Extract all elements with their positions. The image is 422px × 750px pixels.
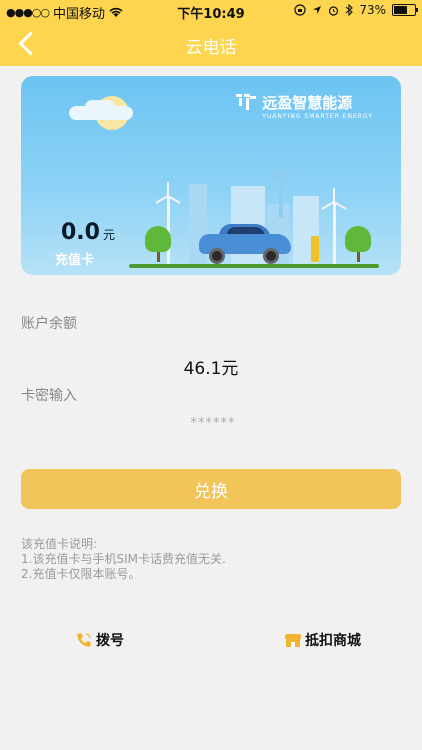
card-amount-unit: 元 — [102, 228, 115, 242]
battery-percent: 73% — [359, 3, 386, 17]
card-type-label: 充值卡 — [55, 253, 95, 268]
wind-turbine-illustration — [333, 202, 336, 264]
card-pin-input[interactable] — [60, 412, 366, 434]
tree-trunk — [357, 252, 360, 262]
orientation-lock-icon — [294, 4, 306, 16]
battery-icon — [392, 4, 418, 16]
navigation-bar: 云电话 — [0, 22, 422, 66]
instructions-title: 该充值卡说明: — [21, 537, 98, 551]
tower-illustration — [273, 172, 289, 180]
brand-subtitle: YUANYING SMARTER ENERGY — [262, 113, 373, 120]
tree-illustration — [345, 226, 371, 252]
recharge-card: 远盈智慧能源 YUANYING SMARTER ENERGY 0.0 元 充值卡 — [21, 76, 401, 275]
ground-line — [129, 264, 379, 268]
dial-label: 拨号 — [96, 633, 124, 649]
page-title: 云电话 — [185, 38, 237, 58]
instruction-item: 1.该充值卡与手机SIM卡话费充值无关. — [21, 552, 226, 566]
redeem-button[interactable]: 兑换 — [21, 469, 401, 509]
card-instructions: 该充值卡说明: 1.该充值卡与手机SIM卡话费充值无关. 2.充值卡仅限本账号。 — [21, 537, 226, 582]
instruction-item: 2.充值卡仅限本账号。 — [21, 567, 141, 581]
cloud-illustration — [85, 100, 115, 114]
alarm-icon — [329, 5, 339, 16]
tree-illustration — [145, 226, 171, 252]
shop-label: 抵扣商城 — [305, 633, 361, 649]
brand-name: 远盈智慧能源 — [262, 94, 353, 112]
location-icon — [313, 6, 322, 14]
bluetooth-icon — [345, 4, 354, 16]
balance-value: 46.1元 — [183, 359, 239, 379]
tree-trunk — [157, 252, 160, 262]
phone-icon — [77, 633, 91, 647]
status-bar: ●●●○○ 中国移动 下午10:49 73% — [0, 0, 422, 22]
card-amount: 0.0 元 — [61, 220, 115, 245]
dial-button[interactable]: 拨号 — [76, 630, 124, 650]
card-amount-value: 0.0 — [61, 220, 100, 245]
shop-button[interactable]: 抵扣商城 — [285, 630, 361, 650]
brand-logo-icon — [236, 93, 257, 112]
store-icon — [285, 632, 301, 648]
balance-label: 账户余额 — [21, 316, 77, 332]
card-pin-label: 卡密输入 — [21, 388, 77, 404]
charging-station-illustration — [311, 236, 319, 262]
brand-block: 远盈智慧能源 YUANYING SMARTER ENERGY — [236, 92, 373, 120]
electric-car-illustration — [199, 224, 291, 264]
